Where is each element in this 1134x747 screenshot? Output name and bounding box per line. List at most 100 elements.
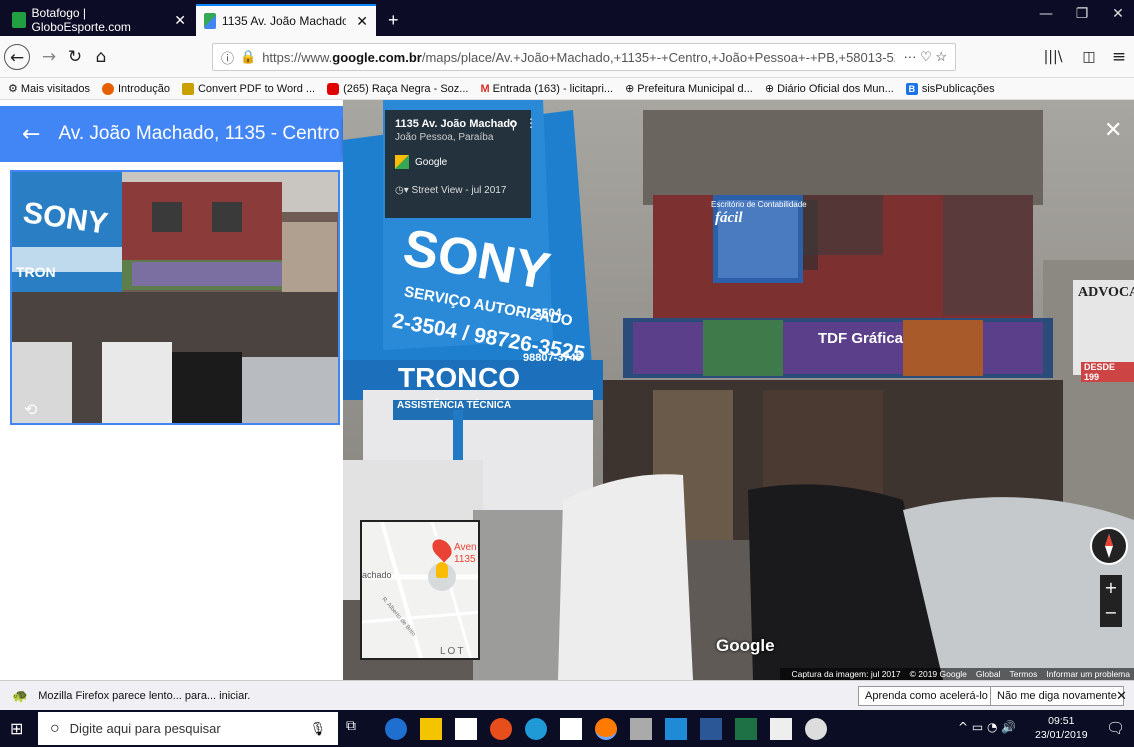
excel-icon[interactable] [735,718,757,740]
task-view-icon[interactable]: ⧉ [346,718,368,740]
notification-close-icon[interactable]: ✕ [1116,688,1127,704]
tab-close-icon[interactable]: ✕ [356,13,368,30]
minimize-icon[interactable]: — [1030,6,1062,22]
dont-tell-again-button[interactable]: Não me diga novamente [990,686,1124,706]
calculator-icon[interactable] [630,718,652,740]
bookmark-raca-negra[interactable]: (265) Raça Negra - Soz... [327,82,468,95]
place-header: ← Av. João Machado, 1135 - Centro [0,106,343,162]
attrib-copyright: © 2019 Google [909,669,967,679]
minimap-label: Aven [454,542,477,553]
bookmark-introducao[interactable]: Introdução [101,82,170,95]
more-vert-icon[interactable]: ⋮ [525,116,537,130]
page-actions-icon[interactable]: ··· ♡ ☆ [895,49,955,65]
b-icon: B [905,82,918,95]
tab-botafogo[interactable]: Botafogo | GloboEsporte.com ✕ [4,4,194,36]
desde-sign-text: DESDE 199 [1081,362,1134,382]
turtle-icon: 🐢 [12,687,29,703]
url-bar[interactable]: ⓘ 🔒 https://www.google.com.br/maps/place… [212,43,956,71]
zoom-in-button[interactable]: + [1100,575,1122,601]
reload-button[interactable]: ↻ [62,44,88,70]
attribution-bar: Captura da imagem: jul 2017 © 2019 Googl… [780,668,1134,680]
close-street-view-icon[interactable]: ✕ [1104,118,1122,143]
street-view-info-card: 1135 Av. João Machado João Pessoa, Paraí… [385,110,537,218]
firefox-taskbar-icon[interactable] [595,718,617,740]
notification-text: Mozilla Firefox parece lento... para... … [38,689,251,702]
snipping-icon[interactable] [770,718,792,740]
taskbar-clock[interactable]: 09:51 23/01/2019 [1035,714,1088,742]
media-icon[interactable] [665,718,687,740]
info-card-date[interactable]: ◷▾ Street View - jul 2017 [395,185,521,196]
attrib-global[interactable]: Global [976,669,1001,679]
attrib-terms-link[interactable]: Termos [1010,669,1038,679]
forward-button[interactable]: → [36,44,62,70]
compass-icon[interactable] [1090,527,1128,565]
restore-icon[interactable]: ❐ [1066,6,1098,22]
word-icon[interactable] [700,718,722,740]
clock-time: 09:51 [1048,715,1075,727]
menu-icon[interactable]: ≡ [1106,44,1132,70]
library-icon[interactable]: |||\ [1040,44,1066,70]
windows-start-icon[interactable]: ⊞ [10,719,23,738]
grafica-sign-text: TDF Gráfica [818,330,904,347]
minimap-number: 1135 [454,554,476,565]
lock-icon[interactable]: 🔒 [240,49,256,65]
clock-date: 23/01/2019 [1035,729,1088,741]
back-arrow-icon[interactable]: ← [22,122,40,147]
notification-bar: 🐢 Mozilla Firefox parece lento... para..… [0,680,1134,710]
bookmark-entrada[interactable]: M Entrada (163) - licitapri... [480,83,613,95]
info-card-source[interactable]: Google [395,155,521,169]
pin-icon[interactable]: ⚲ [509,118,518,132]
gmail-icon: M [480,82,490,95]
google-maps-icon [395,155,409,169]
street-view-thumbnail[interactable]: SONY TRON ⟲ [10,170,340,425]
paint-icon[interactable] [805,718,827,740]
tab-google-maps[interactable]: 1135 Av. João Machado - Goog ✕ [196,4,376,36]
street-view-360-icon: ⟲ [24,400,38,419]
bookmark-prefeitura[interactable]: ⊕ Prefeitura Municipal d... [625,82,753,96]
notifications-icon[interactable]: 🗨 [1106,719,1125,737]
cortana-icon: ○ [50,719,60,737]
tab-label: 1135 Av. João Machado - Goog [221,14,347,28]
attrib-report-link[interactable]: Informar um problema [1046,669,1130,679]
notification-message: 🐢 Mozilla Firefox parece lento... para..… [12,688,250,704]
youtube-icon [327,82,340,95]
zoom-out-button[interactable]: − [1100,601,1122,627]
info-icon[interactable]: ⓘ [221,48,234,67]
assist-sign-text: ASSISTÊNCIA TÉCNICA [397,400,512,411]
place-panel: ← Av. João Machado, 1135 - Centro SONY T… [0,100,343,680]
google-logo: Google [716,636,775,655]
bookmark-sispublicacoes[interactable]: BsisPublicações [905,82,995,95]
contabilidade-sign-text: Escritório de Contabilidade [711,200,807,209]
back-button[interactable]: ← [4,44,30,70]
gear-icon: ⚙ [8,83,18,95]
bookmark-mais-visitados[interactable]: ⚙ Mais visitados [8,82,90,96]
taskbar-search[interactable]: ○ Digite aqui para pesquisar 🎙 [38,712,338,745]
minimap-lot: LOT [440,646,466,657]
bookmark-convert-pdf[interactable]: Convert PDF to Word ... [181,82,315,95]
new-tab-button[interactable]: + [380,4,407,36]
advocacia-sign-text: ADVOCAC [1078,285,1134,300]
sidebar-icon[interactable]: ◫ [1076,44,1102,70]
url-text: https://www.google.com.br/maps/place/Av.… [262,49,896,65]
mail-icon[interactable] [560,718,582,740]
bookmarks-toolbar: ⚙ Mais visitados Introdução Convert PDF t… [0,78,1134,100]
learn-speed-button[interactable]: Aprenda como acelerá-lo [858,686,995,706]
co-sign-text: CO [478,362,520,393]
mini-map[interactable]: Aven 1135 achado R. Alberto de Brito LOT [360,520,480,660]
bookmark-diario-oficial[interactable]: ⊕ Diário Oficial dos Mun... [765,82,894,96]
file-explorer-icon[interactable] [420,718,442,740]
chrome-icon[interactable] [490,718,512,740]
shield-icon [181,82,194,95]
firefox-icon [101,82,114,95]
phone2-sign-text: 3504 [535,306,562,320]
search-placeholder: Digite aqui para pesquisar [69,721,221,736]
system-tray-icons[interactable]: ^ ▭ ◔ 🔊 [958,720,1016,734]
window-close-icon[interactable]: ✕ [1102,6,1134,22]
edge-icon[interactable] [385,718,407,740]
tab-close-icon[interactable]: ✕ [174,12,186,29]
microphone-icon[interactable]: 🎙 [309,721,326,737]
ie-icon[interactable] [525,718,547,740]
home-button[interactable]: ⌂ [88,44,114,70]
store-icon[interactable] [455,718,477,740]
info-card-subtitle: João Pessoa, Paraíba [395,132,494,143]
